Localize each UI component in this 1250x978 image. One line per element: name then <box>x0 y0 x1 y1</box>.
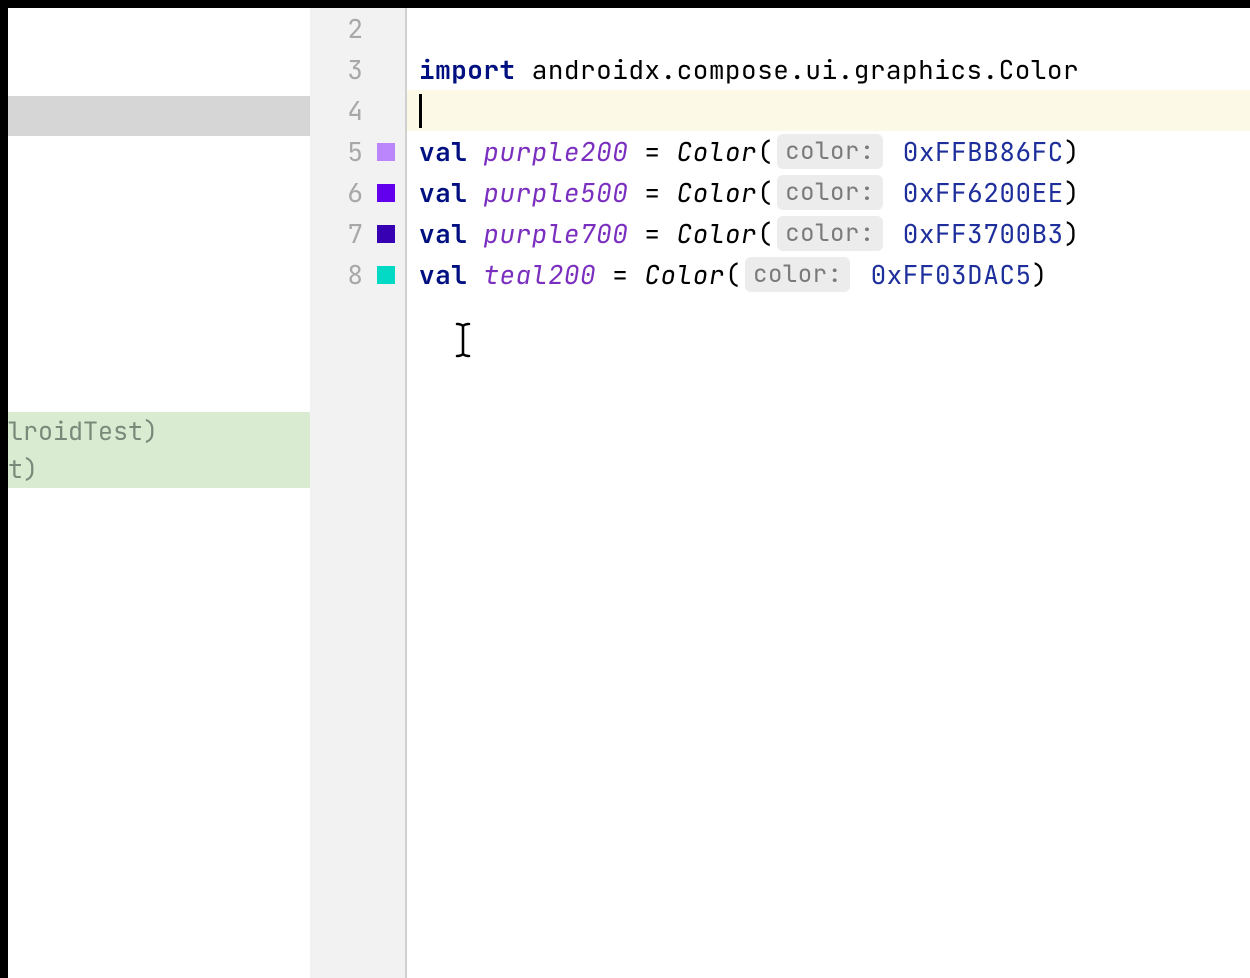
sidebar-selection-line1: lroidTest) <box>8 412 310 450</box>
code-line-active <box>407 90 1250 131</box>
gutter-row: 8 <box>310 254 405 295</box>
function-name: Color <box>677 175 758 210</box>
color-swatch-icon[interactable] <box>377 143 395 161</box>
import-path: androidx.compose.ui.graphics.Color <box>532 52 1079 87</box>
function-name: Color <box>677 216 758 251</box>
editor-gutter[interactable]: 2 3 4 5 6 7 8 <box>310 8 407 978</box>
param-hint: color: <box>777 175 882 210</box>
function-name: Color <box>677 134 758 169</box>
sidebar-scroll-marker <box>8 96 310 136</box>
code-line: val purple200 = Color(color: 0xFFBB86FC) <box>407 131 1250 172</box>
line-number: 2 <box>335 11 363 46</box>
hex-literal: 0xFFBB86FC <box>903 134 1064 169</box>
param-hint: color: <box>745 257 850 292</box>
property-name: purple500 <box>483 175 628 210</box>
code-line: val teal200 = Color(color: 0xFF03DAC5) <box>407 254 1250 295</box>
line-number: 7 <box>335 216 363 251</box>
ibeam-cursor-icon <box>455 322 475 367</box>
hex-literal: 0xFF3700B3 <box>903 216 1064 251</box>
function-name: Color <box>644 257 725 292</box>
keyword: val <box>419 175 467 210</box>
project-panel[interactable]: lroidTest) t) <box>8 8 310 978</box>
text-caret <box>419 94 422 128</box>
gutter-row: 6 <box>310 172 405 213</box>
property-name: teal200 <box>483 257 596 292</box>
line-number: 6 <box>335 175 363 210</box>
keyword: val <box>419 134 467 169</box>
keyword: val <box>419 257 467 292</box>
sidebar-selection[interactable]: lroidTest) t) <box>8 412 310 488</box>
line-number: 8 <box>335 257 363 292</box>
code-line <box>407 8 1250 49</box>
code-line: import androidx.compose.ui.graphics.Colo… <box>407 49 1250 90</box>
line-number: 3 <box>335 52 363 87</box>
param-hint: color: <box>777 216 882 251</box>
property-name: purple200 <box>483 134 628 169</box>
color-swatch-icon[interactable] <box>377 266 395 284</box>
code-line: val purple700 = Color(color: 0xFF3700B3) <box>407 213 1250 254</box>
gutter-row: 2 <box>310 8 405 49</box>
code-line: val purple500 = Color(color: 0xFF6200EE) <box>407 172 1250 213</box>
line-number: 5 <box>335 134 363 169</box>
color-swatch-icon[interactable] <box>377 225 395 243</box>
property-name: purple700 <box>483 216 628 251</box>
param-hint: color: <box>777 134 882 169</box>
line-number: 4 <box>335 93 363 128</box>
keyword: val <box>419 216 467 251</box>
color-swatch-icon[interactable] <box>377 184 395 202</box>
sidebar-selection-line2: t) <box>8 450 310 488</box>
code-editor[interactable]: import androidx.compose.ui.graphics.Colo… <box>407 8 1250 978</box>
hex-literal: 0xFF6200EE <box>903 175 1064 210</box>
gutter-row: 7 <box>310 213 405 254</box>
keyword: import <box>419 52 516 87</box>
gutter-row: 3 <box>310 49 405 90</box>
gutter-row: 5 <box>310 131 405 172</box>
editor-scrollbar[interactable] <box>1232 8 1250 978</box>
gutter-row: 4 <box>310 90 405 131</box>
hex-literal: 0xFF03DAC5 <box>871 257 1032 292</box>
